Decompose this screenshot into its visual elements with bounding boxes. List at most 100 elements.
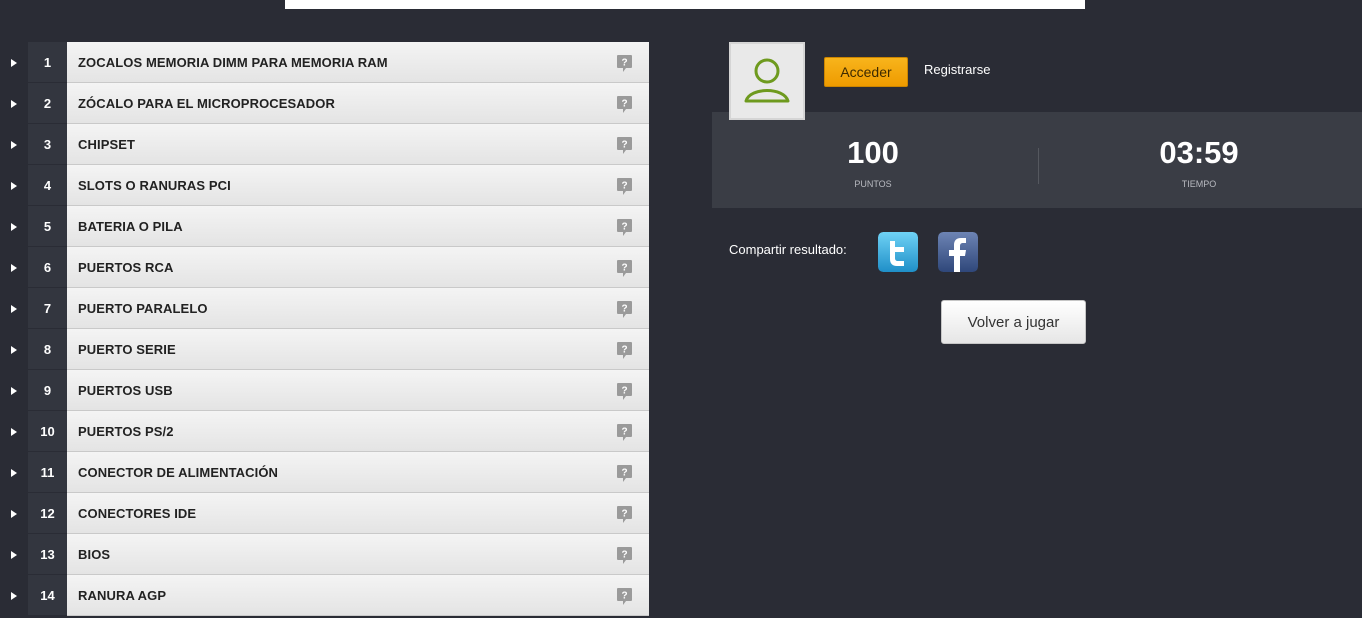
svg-text:?: ? <box>621 181 627 192</box>
answer-cell: SLOTS O RANURAS PCI? <box>67 165 649 206</box>
answer-row: 13 BIOS? <box>0 534 650 575</box>
expand-arrow[interactable] <box>0 247 28 288</box>
answer-cell: CONECTORES IDE? <box>67 493 649 534</box>
hint-icon[interactable]: ? <box>617 301 632 318</box>
answer-label: CHIPSET <box>78 136 136 152</box>
answer-list: 1 ZOCALOS MEMORIA DIMM PARA MEMORIA RAM? 2… <box>0 42 650 616</box>
answer-cell: PUERTOS RCA? <box>67 247 649 288</box>
answer-label: BIOS <box>78 546 111 562</box>
answer-row: 2 ZÓCALO PARA EL MICROPROCESADOR? <box>0 83 650 124</box>
triangle-right-icon <box>11 140 17 149</box>
facebook-f-icon <box>938 232 978 272</box>
hint-icon[interactable]: ? <box>617 178 632 195</box>
svg-text:?: ? <box>621 591 627 602</box>
answer-label: ZOCALOS MEMORIA DIMM PARA MEMORIA RAM <box>78 54 388 70</box>
answer-label: SLOTS O RANURAS PCI <box>78 177 231 193</box>
hint-icon[interactable]: ? <box>617 55 632 72</box>
svg-text:?: ? <box>621 550 627 561</box>
expand-arrow[interactable] <box>0 452 28 493</box>
hint-icon[interactable]: ? <box>617 465 632 482</box>
answer-number: 6 <box>28 247 67 288</box>
answer-number: 11 <box>28 452 67 493</box>
triangle-right-icon <box>11 99 17 108</box>
answer-cell: RANURA AGP? <box>67 575 649 616</box>
hint-icon[interactable]: ? <box>617 547 632 564</box>
answer-row: 4 SLOTS O RANURAS PCI? <box>0 165 650 206</box>
answer-number: 13 <box>28 534 67 575</box>
hint-icon[interactable]: ? <box>617 588 632 605</box>
expand-arrow[interactable] <box>0 288 28 329</box>
answer-label: CONECTORES IDE <box>78 505 197 521</box>
answer-number: 8 <box>28 329 67 370</box>
answer-cell: ZÓCALO PARA EL MICROPROCESADOR? <box>67 83 649 124</box>
answer-row: 10 PUERTOS PS/2? <box>0 411 650 452</box>
answer-number: 1 <box>28 42 67 83</box>
svg-text:?: ? <box>621 509 627 520</box>
answer-row: 14 RANURA AGP? <box>0 575 650 616</box>
hint-icon[interactable]: ? <box>617 260 632 277</box>
expand-arrow[interactable] <box>0 42 28 83</box>
expand-arrow[interactable] <box>0 411 28 452</box>
expand-arrow[interactable] <box>0 124 28 165</box>
answer-number: 7 <box>28 288 67 329</box>
answer-number: 10 <box>28 411 67 452</box>
answer-label: ZÓCALO PARA EL MICROPROCESADOR <box>78 95 335 111</box>
answer-cell: BATERIA O PILA? <box>67 206 649 247</box>
points-label: PUNTOS <box>854 179 892 189</box>
answer-row: 12 CONECTORES IDE? <box>0 493 650 534</box>
hint-icon[interactable]: ? <box>617 137 632 154</box>
share-label: Compartir resultado: <box>729 242 847 257</box>
time-value: 03:59 <box>1159 135 1239 170</box>
svg-text:?: ? <box>621 468 627 479</box>
answer-cell: ZOCALOS MEMORIA DIMM PARA MEMORIA RAM? <box>67 42 649 83</box>
triangle-right-icon <box>11 591 17 600</box>
hint-icon[interactable]: ? <box>617 506 632 523</box>
answer-row: 7 PUERTO PARALELO? <box>0 288 650 329</box>
answer-label: PUERTO PARALELO <box>78 300 208 316</box>
answer-label: PUERTOS USB <box>78 382 173 398</box>
answer-label: BATERIA O PILA <box>78 218 183 234</box>
triangle-right-icon <box>11 304 17 313</box>
hint-icon[interactable]: ? <box>617 383 632 400</box>
svg-text:?: ? <box>621 304 627 315</box>
register-link[interactable]: Registrarse <box>924 62 990 77</box>
expand-arrow[interactable] <box>0 165 28 206</box>
svg-text:?: ? <box>621 386 627 397</box>
time-block: 03:59 TIEMPO <box>1099 134 1299 189</box>
expand-arrow[interactable] <box>0 575 28 616</box>
answer-row: 11 CONECTOR DE ALIMENTACIÓN? <box>0 452 650 493</box>
expand-arrow[interactable] <box>0 534 28 575</box>
twitter-share-button[interactable] <box>878 232 918 272</box>
twitter-bird-icon <box>878 232 918 272</box>
top-banner <box>285 0 1085 9</box>
expand-arrow[interactable] <box>0 493 28 534</box>
facebook-share-button[interactable] <box>938 232 978 272</box>
answer-number: 12 <box>28 493 67 534</box>
points-block: 100 PUNTOS <box>773 134 973 189</box>
hint-icon[interactable]: ? <box>617 342 632 359</box>
hint-icon[interactable]: ? <box>617 219 632 236</box>
replay-button[interactable]: Volver a jugar <box>941 300 1086 344</box>
answer-number: 2 <box>28 83 67 124</box>
hint-icon[interactable]: ? <box>617 424 632 441</box>
svg-text:?: ? <box>621 427 627 438</box>
expand-arrow[interactable] <box>0 83 28 124</box>
login-button[interactable]: Acceder <box>824 57 908 87</box>
answer-row: 9 PUERTOS USB? <box>0 370 650 411</box>
expand-arrow[interactable] <box>0 329 28 370</box>
answer-row: 3 CHIPSET? <box>0 124 650 165</box>
points-value: 100 <box>847 135 899 170</box>
answer-number: 5 <box>28 206 67 247</box>
avatar <box>729 42 805 120</box>
expand-arrow[interactable] <box>0 370 28 411</box>
answer-cell: CONECTOR DE ALIMENTACIÓN? <box>67 452 649 493</box>
answer-cell: PUERTO SERIE? <box>67 329 649 370</box>
svg-text:?: ? <box>621 58 627 69</box>
svg-text:?: ? <box>621 222 627 233</box>
answer-cell: PUERTO PARALELO? <box>67 288 649 329</box>
svg-text:?: ? <box>621 263 627 274</box>
hint-icon[interactable]: ? <box>617 96 632 113</box>
answer-row: 5 BATERIA O PILA? <box>0 206 650 247</box>
expand-arrow[interactable] <box>0 206 28 247</box>
answer-label: PUERTOS RCA <box>78 259 174 275</box>
